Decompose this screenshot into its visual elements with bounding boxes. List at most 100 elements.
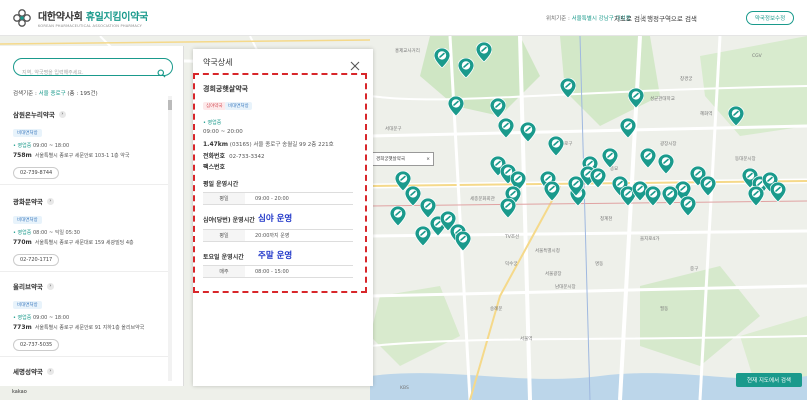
- logo-title: 대한약사회 휴일지킴이약국: [38, 12, 149, 23]
- pharmacy-pin-icon[interactable]: [620, 118, 636, 138]
- remote-prescription-tag: 비대면처방: [13, 129, 42, 137]
- list-item[interactable]: 삼원온누리약국 › 비대면처방 • 영업중 09:00 ~ 18:00 758m 서…: [13, 109, 163, 179]
- kakao-logo: kakao: [12, 389, 27, 395]
- pharmacy-pin-icon[interactable]: [544, 181, 560, 201]
- list-item[interactable]: 올리브약국 › 비대면처방 • 영업중 09:00 ~ 18:00 773m 서울특…: [13, 281, 163, 351]
- close-icon[interactable]: [350, 56, 360, 71]
- pharmacy-pin-icon[interactable]: [455, 231, 471, 251]
- detail-phone: 전화번호 02-733-3342: [203, 153, 265, 160]
- detail-address: 1.47km (03165) 서울 종로구 송월길 99 2층 221호: [203, 141, 334, 148]
- map-label: 혜화역: [700, 112, 713, 117]
- search-box: [13, 58, 173, 81]
- map-popup[interactable]: 경희궁햇살약국 ×: [372, 152, 434, 166]
- remote-prescription-tag: 비대면처방: [225, 102, 252, 110]
- chevron-right-icon: ›: [58, 110, 66, 118]
- pharmacy-address: 773m 서울특별시 종로구 세문안로 91 지하1층 올리브약국: [13, 324, 145, 331]
- saturday-hours-row: 매주 08:00 - 15:00: [203, 265, 353, 278]
- search-panel: 검색기준 : 서울 종로구 (총 : 195건) 삼원온누리약국› 비대면처방 …: [0, 46, 184, 386]
- chevron-right-icon: ›: [46, 197, 54, 205]
- map-label: 명동: [595, 262, 604, 267]
- pharmacy-pin-icon[interactable]: [628, 88, 644, 108]
- pharmacy-name: 삼원온누리약국 ›: [13, 109, 163, 119]
- pharmacy-pin-icon[interactable]: [590, 168, 606, 188]
- map-label: TV조선: [505, 235, 520, 240]
- pharmacy-pin-icon[interactable]: [602, 148, 618, 168]
- night-hours-row: 평일 20:00까지 운영: [203, 229, 353, 242]
- pharmacy-address: 770m 서울특별시 종로구 새문대로 159 세광빌딩 4층: [13, 239, 134, 246]
- scrollbar[interactable]: [168, 96, 172, 381]
- pharmacy-pin-icon[interactable]: [700, 176, 716, 196]
- pharmacy-phone[interactable]: 02-737-5035: [13, 339, 60, 351]
- search-icon[interactable]: [157, 63, 166, 78]
- logo-subtitle: KOREAN PHARMACEUTICAL ASSOCIATION PHARMA…: [38, 24, 143, 28]
- pharmacy-phone[interactable]: 02-739-8744: [13, 167, 60, 179]
- nav-region-search[interactable]: 행정구역으로 검색: [647, 13, 697, 23]
- pharmacy-hours: • 영업중 09:00 ~ 18:00: [13, 315, 70, 321]
- divider: [0, 184, 168, 185]
- remote-prescription-tag: 비대면처방: [13, 301, 42, 309]
- map-label: 숭례문: [490, 307, 503, 312]
- pharmacy-pin-icon[interactable]: [390, 206, 406, 226]
- map-label: 동대문시장: [735, 157, 756, 162]
- pharmacy-pin-icon[interactable]: [548, 136, 564, 156]
- search-input[interactable]: [22, 65, 162, 81]
- pharmacy-name: 광화문약국 ›: [13, 196, 163, 206]
- pharmacy-pin-icon[interactable]: [658, 154, 674, 174]
- list-item[interactable]: 세명성약국 ›: [13, 366, 163, 376]
- search-current-map-button[interactable]: 현재 지도에서 검색: [736, 373, 802, 387]
- header: 대한약사회 휴일지킴이약국 KOREAN PHARMACEUTICAL ASSO…: [0, 0, 807, 36]
- divider: [0, 271, 168, 272]
- night-operation-callout: 심야 운영: [258, 214, 293, 224]
- pharmacy-hours: • 영업중 08:00 ~ 익일 05:30: [13, 230, 80, 236]
- detail-pharmacy-name: 경희궁햇살약국: [203, 85, 249, 93]
- list-item[interactable]: 광화문약국 › 비대면처방 • 영업중 08:00 ~ 익일 05:30 770m…: [13, 196, 163, 266]
- scrollbar-thumb[interactable]: [168, 100, 172, 110]
- pharmacy-pin-icon[interactable]: [520, 122, 536, 142]
- pharmacy-pin-icon[interactable]: [500, 198, 516, 218]
- night-hours-section: 심야(당번) 운영시간: [203, 217, 255, 224]
- divider: [0, 356, 168, 357]
- pharmacy-pin-icon[interactable]: [770, 182, 786, 202]
- map-label: 남대문시장: [555, 285, 576, 290]
- pharmacy-pin-icon[interactable]: [560, 78, 576, 98]
- map-label: 덕수궁: [505, 262, 518, 267]
- map-label: 서울특별시청: [535, 249, 560, 254]
- weekday-hours-section: 평일 운영시간: [203, 181, 239, 188]
- pharmacy-pin-icon[interactable]: [640, 148, 656, 168]
- chevron-right-icon: ›: [46, 367, 54, 375]
- night-pharmacy-tag: 심야약국: [203, 102, 226, 110]
- pharmacy-address: 758m 서울특별시 종로구 세문안로 103-1 1층 약국: [13, 152, 130, 159]
- detail-fax-label: 팩스번호: [203, 164, 226, 171]
- logo-mark-icon: [12, 8, 32, 28]
- pharmacy-pin-icon[interactable]: [458, 58, 474, 78]
- map-label: 서울광장: [545, 272, 562, 277]
- pharmacy-pin-icon[interactable]: [498, 118, 514, 138]
- chevron-right-icon: ›: [46, 282, 54, 290]
- map-label: 광장시장: [660, 142, 677, 147]
- pharmacy-pin-icon[interactable]: [434, 48, 450, 68]
- pharmacy-pin-icon[interactable]: [415, 226, 431, 246]
- pharmacy-detail-panel: 약국상세 경희궁햇살약국 심야약국 비대면처방 • 영업중 09:00 ~ 20…: [193, 49, 373, 386]
- pharmacy-pin-icon[interactable]: [662, 186, 678, 206]
- pharmacy-pin-icon[interactable]: [476, 42, 492, 62]
- pharmacy-phone[interactable]: 02-720-1717: [13, 254, 60, 266]
- pharmacy-hours: • 영업중 09:00 ~ 18:00: [13, 143, 70, 149]
- logo[interactable]: 대한약사회 휴일지킴이약국 KOREAN PHARMACEUTICAL ASSO…: [12, 8, 148, 28]
- detail-title: 약국상세: [203, 58, 233, 67]
- pharmacy-pin-icon[interactable]: [728, 106, 744, 126]
- pharmacy-pin-icon[interactable]: [680, 196, 696, 216]
- pharmacy-pin-icon[interactable]: [490, 98, 506, 118]
- map-label: 을지로4가: [640, 237, 660, 242]
- pharmacy-pin-icon[interactable]: [645, 186, 661, 206]
- pharmacy-pin-icon[interactable]: [420, 198, 436, 218]
- pharmacy-pin-icon[interactable]: [405, 186, 421, 206]
- pharmacy-name: 올리브약국 ›: [13, 281, 163, 291]
- pharmacy-info-edit-button[interactable]: 약국정보수정: [746, 11, 794, 25]
- pharmacy-pin-icon[interactable]: [448, 96, 464, 116]
- pharmacy-pin-icon[interactable]: [748, 186, 764, 206]
- map-label: 필동: [660, 307, 669, 312]
- map-label: 세종문화회관: [470, 197, 495, 202]
- map-label: 서울역: [520, 337, 533, 342]
- detail-status: • 영업중: [203, 120, 222, 126]
- map-label: KBS: [400, 386, 409, 391]
